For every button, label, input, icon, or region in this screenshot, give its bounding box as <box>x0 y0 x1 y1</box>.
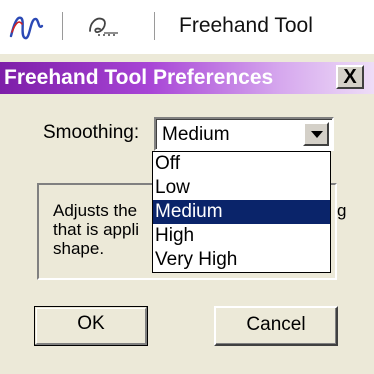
toolbar: Freehand Tool <box>0 0 374 54</box>
option-low[interactable]: Low <box>153 176 330 200</box>
toolbar-separator <box>62 12 63 40</box>
smoothing-selected-value: Medium <box>162 124 230 145</box>
option-medium[interactable]: Medium <box>153 200 330 224</box>
smoothing-label: Smoothing: <box>43 122 140 143</box>
dropdown-button[interactable] <box>303 122 329 146</box>
freehand-tool-window: Freehand Tool Freehand Tool Preferences … <box>0 0 374 374</box>
close-button[interactable]: X <box>336 65 364 89</box>
info-line-1-tail: g <box>337 201 347 220</box>
smoothing-select[interactable]: Medium <box>154 117 334 151</box>
info-line-2: that is appli <box>53 220 139 239</box>
toolbar-separator <box>154 12 155 40</box>
freehand-wave-icon[interactable] <box>8 10 46 44</box>
close-icon: X <box>343 66 357 88</box>
chevron-down-icon <box>311 131 323 138</box>
ok-button[interactable]: OK <box>34 306 148 346</box>
dialog-title: Freehand Tool Preferences <box>4 66 274 89</box>
pen-curve-icon[interactable] <box>84 11 124 43</box>
cancel-button[interactable]: Cancel <box>214 306 338 346</box>
smoothing-options-list[interactable]: Off Low Medium High Very High <box>152 151 331 273</box>
info-line-3: shape. <box>53 239 105 258</box>
dialog-titlebar[interactable]: Freehand Tool Preferences X <box>0 62 374 94</box>
toolbar-title: Freehand Tool <box>179 14 313 37</box>
option-very-high[interactable]: Very High <box>153 248 330 272</box>
option-high[interactable]: High <box>153 224 330 248</box>
option-off[interactable]: Off <box>153 152 330 176</box>
info-line-1: Adjusts the <box>53 201 138 220</box>
